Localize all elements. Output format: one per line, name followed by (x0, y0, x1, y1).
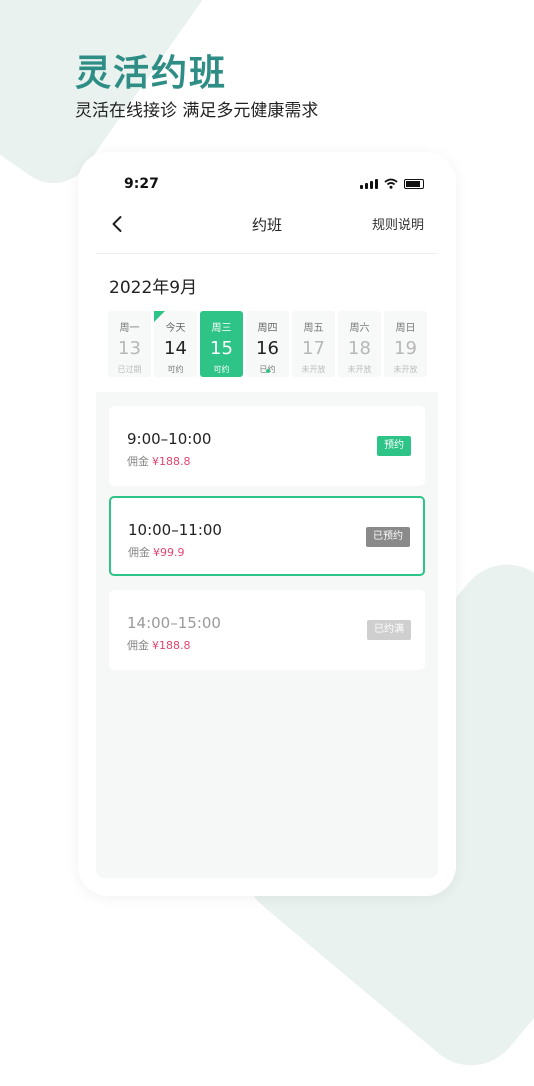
day-date: 17 (302, 338, 325, 359)
slot-time: 10:00–11:00 (128, 521, 222, 539)
day-date: 18 (348, 338, 371, 359)
fee-label: 佣金 (127, 639, 149, 652)
day-13[interactable]: 周一 13 已过期 (108, 311, 151, 377)
slot-fee: 佣金 ¥188.8 (127, 637, 191, 653)
day-date: 14 (164, 338, 187, 359)
day-status: 已过期 (117, 365, 142, 374)
status-icons (360, 178, 424, 189)
status-time: 9:27 (124, 176, 159, 192)
fee-label: 佣金 (128, 546, 150, 559)
day-19[interactable]: 周日 19 未开放 (384, 311, 427, 377)
day-date: 19 (394, 338, 417, 359)
fee-amount: ¥188.8 (152, 639, 191, 652)
fee-amount: ¥188.8 (152, 455, 191, 468)
day-18[interactable]: 周六 18 未开放 (338, 311, 381, 377)
booked-badge: 已预约 (366, 527, 410, 547)
slot-fee: 佣金 ¥188.8 (127, 453, 191, 469)
book-button[interactable]: 预约 (377, 436, 411, 456)
day-weekday: 周三 (211, 323, 232, 334)
slot-time: 9:00–10:00 (127, 430, 212, 448)
full-badge: 已约满 (367, 620, 411, 640)
day-status: 未开放 (301, 365, 326, 374)
day-status: 未开放 (347, 365, 372, 374)
day-weekday: 今天 (165, 323, 186, 334)
slot-time: 14:00–15:00 (127, 614, 221, 632)
month-label: 2022年9月 (109, 278, 198, 298)
today-corner-marker (154, 311, 165, 322)
slot-card[interactable]: 9:00–10:00 佣金 ¥188.8 预约 (109, 406, 425, 486)
slot-fee: 佣金 ¥99.9 (128, 544, 185, 560)
week-selector: 周一 13 已过期 今天 14 可约 周三 15 可约 周四 16 已约 周五 … (108, 311, 427, 377)
slot-card[interactable]: 14:00–15:00 佣金 ¥188.8 已约满 (109, 590, 425, 670)
day-date: 13 (118, 338, 141, 359)
slot-card[interactable]: 10:00–11:00 佣金 ¥99.9 已预约 (109, 496, 425, 576)
battery-icon (404, 179, 424, 189)
day-weekday: 周五 (303, 323, 324, 334)
day-status: 可约 (213, 365, 230, 374)
fee-amount: ¥99.9 (153, 546, 185, 559)
promo-title: 灵活约班 (75, 53, 228, 94)
day-16[interactable]: 周四 16 已约 (246, 311, 289, 377)
rules-link[interactable]: 规则说明 (372, 214, 424, 233)
day-status: 可约 (167, 365, 184, 374)
day-weekday: 周六 (349, 323, 370, 334)
day-status: 未开放 (393, 365, 418, 374)
day-14[interactable]: 今天 14 可约 (154, 311, 197, 377)
phone-screen: 9:27 约班 规则说明 2022年9月 周一 13 已过期 今天 14 可约 … (78, 152, 456, 896)
day-15[interactable]: 周三 15 可约 (200, 311, 243, 377)
signal-icon (360, 179, 378, 189)
day-weekday: 周四 (257, 323, 278, 334)
wifi-icon (384, 178, 398, 189)
promo-subtitle: 灵活在线接诊 满足多元健康需求 (75, 101, 319, 121)
fee-label: 佣金 (127, 455, 149, 468)
day-date: 15 (210, 338, 233, 359)
day-weekday: 周日 (395, 323, 416, 334)
booked-dot (265, 369, 270, 373)
day-weekday: 周一 (119, 323, 140, 334)
day-17[interactable]: 周五 17 未开放 (292, 311, 335, 377)
day-date: 16 (256, 338, 279, 359)
nav-divider (96, 253, 438, 254)
slot-list: 9:00–10:00 佣金 ¥188.8 预约 10:00–11:00 佣金 ¥99… (96, 392, 438, 878)
